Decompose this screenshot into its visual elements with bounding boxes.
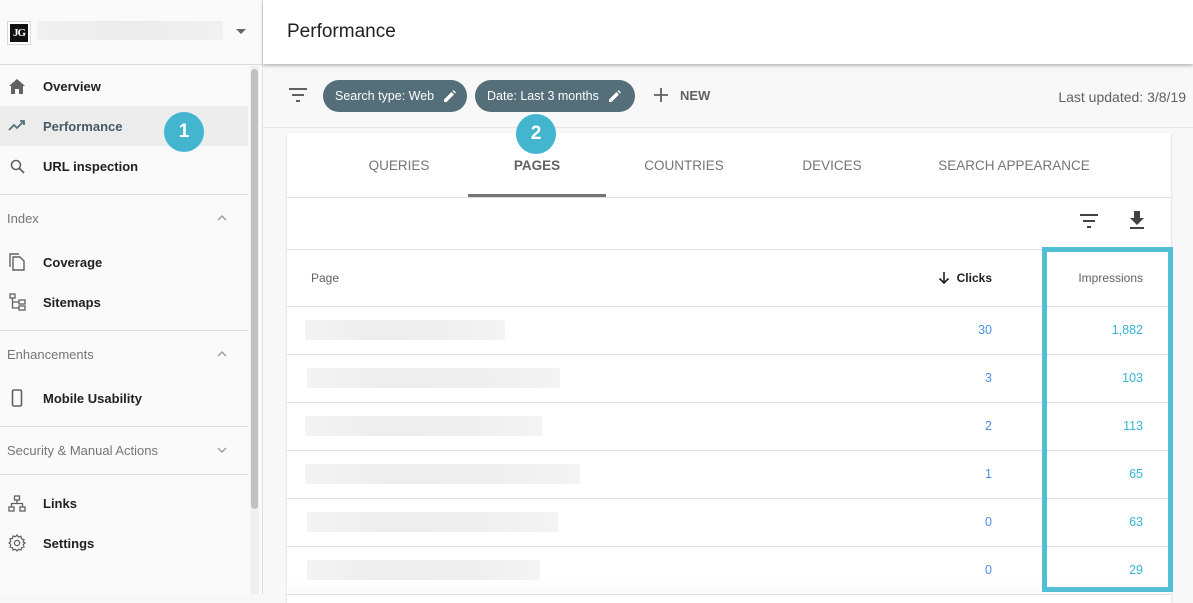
sidebar-item-links[interactable]: Links <box>0 483 248 523</box>
sidebar-item-label: Performance <box>43 118 123 134</box>
sidebar-item-label: URL inspection <box>43 158 139 174</box>
sidebar-item-sitemaps[interactable]: Sitemaps <box>0 282 248 322</box>
sidebar-scrollbar[interactable] <box>250 66 259 594</box>
sidebar-item-label: Overview <box>43 78 101 94</box>
table-row[interactable]: 2 113 <box>287 403 1171 451</box>
scrollbar-thumb[interactable] <box>251 69 258 509</box>
tab-devices[interactable]: DEVICES <box>777 133 887 197</box>
active-tab-indicator <box>468 194 606 197</box>
page-url-redacted[interactable] <box>307 368 560 388</box>
section-index[interactable]: Index <box>0 194 248 242</box>
new-filter-label: NEW <box>680 87 711 103</box>
search-icon <box>8 157 26 175</box>
annotation-badge-2: 2 <box>516 114 556 154</box>
page-url-redacted[interactable] <box>307 512 558 532</box>
section-label: Index <box>7 211 39 226</box>
chip-label: Date: Last 3 months <box>487 89 599 103</box>
chip-search-type[interactable]: Search type: Web <box>323 80 467 112</box>
sidebar-item-overview[interactable]: Overview <box>0 66 248 106</box>
home-icon <box>8 77 26 95</box>
filter-rows-icon[interactable] <box>1079 213 1099 229</box>
chevron-down-icon[interactable] <box>216 444 228 456</box>
table-row[interactable]: 0 63 <box>287 499 1171 547</box>
sidebar-item-label: Coverage <box>43 254 103 270</box>
table-row[interactable]: 3 103 <box>287 355 1171 403</box>
new-filter-button[interactable]: NEW <box>652 86 710 104</box>
edit-pencil-icon[interactable] <box>608 89 621 103</box>
cell-clicks: 3 <box>985 371 992 385</box>
property-name-redacted <box>37 21 223 40</box>
cell-impressions: 1,882 <box>1111 323 1143 337</box>
sidebar: JG Overview Performance URL inspection I… <box>0 0 263 594</box>
chevron-up-icon[interactable] <box>216 212 228 224</box>
table-row[interactable]: 1 65 <box>287 451 1171 499</box>
table-header: Page Clicks Impressions <box>287 250 1171 307</box>
links-icon <box>8 494 26 512</box>
property-logo: JG <box>7 21 31 45</box>
performance-table-card: QUERIES PAGES COUNTRIES DEVICES SEARCH A… <box>287 133 1171 603</box>
page-url-redacted[interactable] <box>307 560 540 580</box>
sitemap-icon <box>8 293 26 311</box>
page-url-redacted[interactable] <box>305 320 505 340</box>
trending-up-icon <box>8 117 26 135</box>
sidebar-item-coverage[interactable]: Coverage <box>0 242 248 282</box>
cell-impressions: 113 <box>1123 419 1143 433</box>
cell-clicks: 0 <box>985 515 992 529</box>
tab-queries[interactable]: QUERIES <box>347 133 451 197</box>
page-url-redacted[interactable] <box>305 416 542 436</box>
section-enhancements[interactable]: Enhancements <box>0 330 248 378</box>
download-icon[interactable] <box>1128 210 1146 230</box>
table-row[interactable]: 30 1,882 <box>287 307 1171 355</box>
column-header-clicks[interactable]: Clicks <box>937 271 992 285</box>
cell-clicks: 30 <box>978 323 992 337</box>
last-updated-text: Last updated: 3/8/19 <box>1058 89 1186 105</box>
sidebar-item-settings[interactable]: Settings <box>0 523 248 563</box>
cell-clicks: 1 <box>985 467 992 481</box>
sidebar-item-label: Settings <box>43 535 95 551</box>
sidebar-nav: Overview Performance URL inspection Inde… <box>0 66 248 563</box>
phone-icon <box>8 389 26 407</box>
tab-countries[interactable]: COUNTRIES <box>627 133 741 197</box>
sort-descending-arrow-icon <box>938 272 949 284</box>
chip-label: Search type: Web <box>335 89 435 103</box>
section-security-manual-actions[interactable]: Security & Manual Actions <box>0 426 248 474</box>
filter-bar: Search type: Web Date: Last 3 months NEW… <box>263 64 1193 128</box>
sidebar-item-mobile-usability[interactable]: Mobile Usability <box>0 378 248 418</box>
column-header-page[interactable]: Page <box>311 271 339 285</box>
sidebar-item-label: Sitemaps <box>43 294 101 310</box>
filter-icon[interactable] <box>289 88 307 102</box>
page-url-redacted[interactable] <box>305 464 580 484</box>
annotation-badge-1: 1 <box>164 112 204 152</box>
plus-icon <box>654 88 668 102</box>
sidebar-item-url-inspection[interactable]: URL inspection <box>0 146 248 186</box>
edit-pencil-icon[interactable] <box>443 89 457 103</box>
property-selector[interactable]: JG <box>0 0 262 65</box>
dropdown-caret-icon[interactable] <box>236 29 246 34</box>
chip-date-range[interactable]: Date: Last 3 months <box>475 80 635 112</box>
cell-clicks: 0 <box>985 563 992 577</box>
table-row[interactable]: 0 29 <box>287 547 1171 595</box>
cell-clicks: 2 <box>985 419 992 433</box>
section-label: Security & Manual Actions <box>7 443 159 458</box>
column-header-label: Clicks <box>956 271 992 285</box>
sidebar-item-performance[interactable]: Performance <box>0 106 248 146</box>
cell-impressions: 29 <box>1129 563 1143 577</box>
chevron-up-icon[interactable] <box>216 348 228 360</box>
cell-impressions: 63 <box>1129 515 1143 529</box>
top-bar: Performance <box>263 0 1193 64</box>
table-toolbar <box>287 198 1171 250</box>
dimension-tabs: QUERIES PAGES COUNTRIES DEVICES SEARCH A… <box>287 133 1171 198</box>
sidebar-item-label: Links <box>43 495 77 511</box>
section-label: Enhancements <box>7 347 94 362</box>
cell-impressions: 103 <box>1122 371 1143 385</box>
coverage-icon <box>8 253 26 271</box>
page-title: Performance <box>287 21 396 42</box>
cell-impressions: 65 <box>1129 467 1143 481</box>
table-body: 30 1,882 3 103 2 113 1 65 0 63 0 29 <box>287 307 1171 595</box>
gear-icon <box>8 534 26 552</box>
sidebar-item-label: Mobile Usability <box>43 390 142 406</box>
column-header-impressions[interactable]: Impressions <box>1057 271 1143 285</box>
tab-search-appearance[interactable]: SEARCH APPEARANCE <box>927 133 1101 197</box>
